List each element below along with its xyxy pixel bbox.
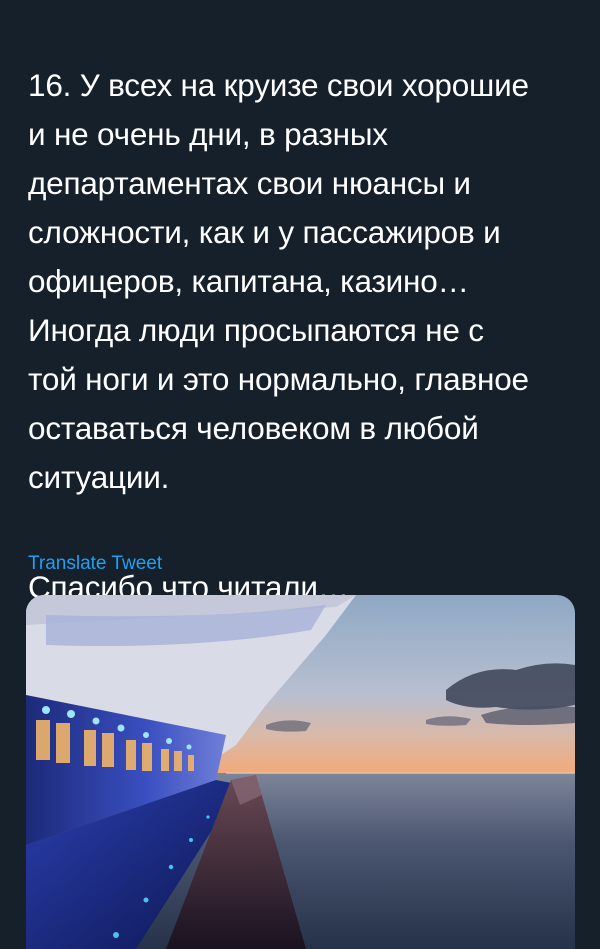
translate-tweet-link[interactable]: Translate Tweet	[28, 553, 162, 575]
tweet-photo[interactable]	[26, 595, 575, 949]
tweet: 16. У всех на круизе свои хорошие и не о…	[0, 0, 600, 949]
tweet-paragraph-1: 16. У всех на круизе свои хорошие и не о…	[28, 67, 529, 495]
cruise-deck-sunset-image	[26, 595, 575, 949]
